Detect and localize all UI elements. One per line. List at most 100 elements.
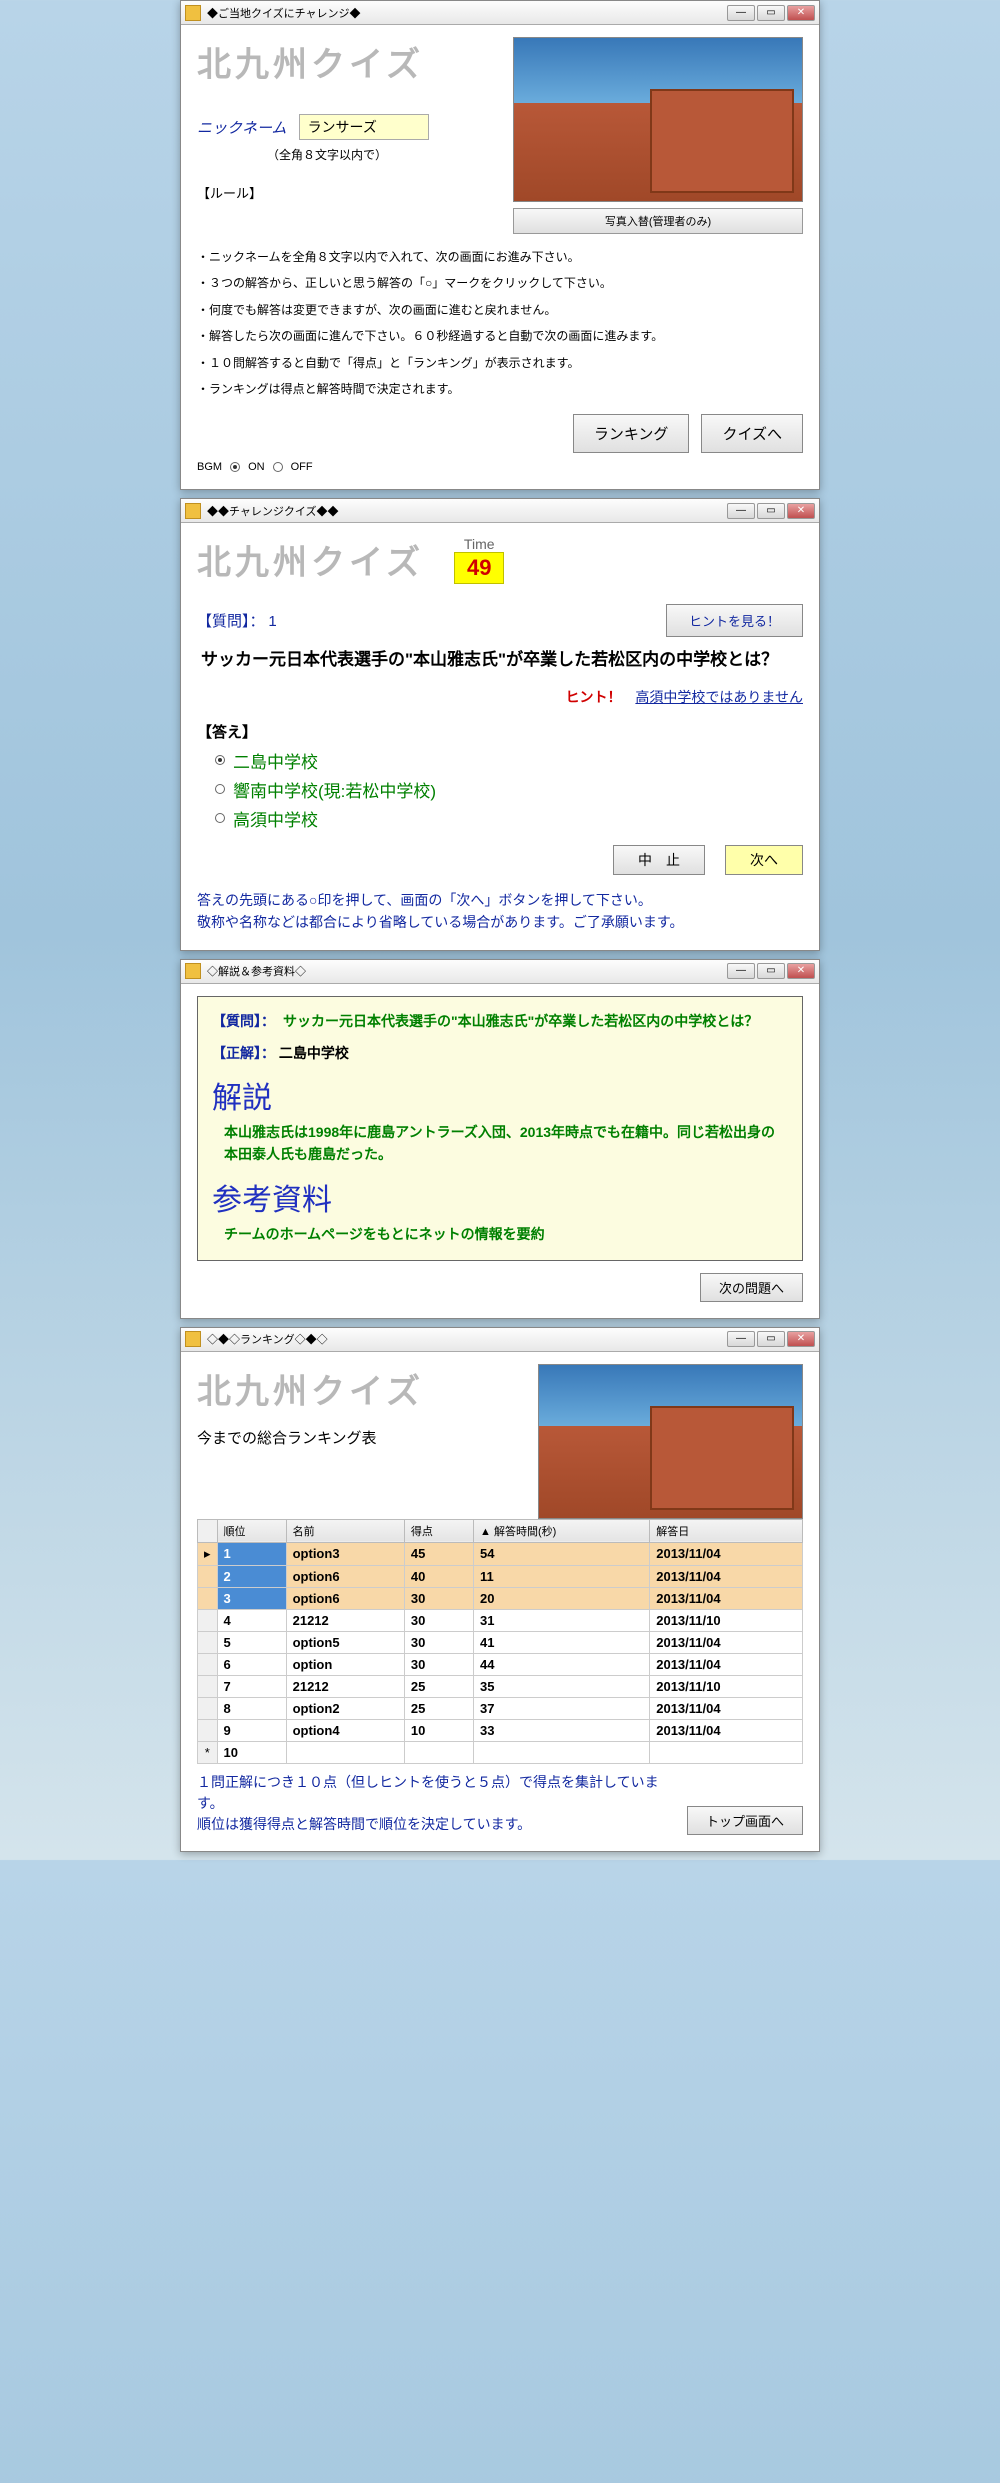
col-name[interactable]: 名前	[286, 1519, 404, 1542]
table-row[interactable]: 6option30442013/11/04	[198, 1653, 803, 1675]
answer-option[interactable]: 高須中学校	[215, 806, 803, 831]
cell-name: option6	[286, 1587, 404, 1609]
app-logo: 北九州クイズ	[197, 1364, 522, 1413]
cell-rank: 6	[217, 1653, 286, 1675]
nickname-input[interactable]	[299, 114, 429, 140]
hint-button[interactable]: ヒントを見る！	[666, 604, 803, 637]
cell-date: 2013/11/04	[650, 1542, 803, 1565]
maximize-button[interactable]: ▭	[757, 5, 785, 21]
maximize-button[interactable]: ▭	[757, 503, 785, 519]
maximize-button[interactable]: ▭	[757, 1331, 785, 1347]
answer-radio[interactable]	[215, 813, 225, 823]
col-rank[interactable]: 順位	[217, 1519, 286, 1542]
row-header	[198, 1631, 218, 1653]
cell-date: 2013/11/04	[650, 1719, 803, 1741]
cell-rank: 7	[217, 1675, 286, 1697]
close-button[interactable]: ✕	[787, 1331, 815, 1347]
ranking-button[interactable]: ランキング	[573, 414, 690, 453]
cell-name: 21212	[286, 1675, 404, 1697]
table-row[interactable]: 3option630202013/11/04	[198, 1587, 803, 1609]
rule-item: ・ニックネームを全角８文字以内で入れて、次の画面にお進み下さい。	[197, 244, 803, 270]
cell-score: 30	[404, 1653, 473, 1675]
table-row[interactable]: *10	[198, 1741, 803, 1763]
window-buttons: — ▭ ✕	[727, 5, 815, 21]
row-header-col	[198, 1519, 218, 1542]
rule-item: ・解答したら次の画面に進んで下さい。６０秒経過すると自動で次の画面に進みます。	[197, 323, 803, 349]
bgm-off-label: OFF	[291, 461, 313, 473]
minimize-button[interactable]: —	[727, 1331, 755, 1347]
next-button[interactable]: 次へ	[725, 845, 803, 875]
table-row[interactable]: 72121225352013/11/10	[198, 1675, 803, 1697]
next-question-button[interactable]: 次の問題へ	[700, 1273, 803, 1302]
answer-text: 高須中学校	[233, 806, 318, 831]
app-icon	[185, 5, 201, 21]
bgm-off-radio[interactable]	[273, 462, 283, 472]
quiz-button[interactable]: クイズへ	[701, 414, 803, 453]
bgm-row: BGM ON OFF	[197, 461, 803, 473]
titlebar[interactable]: ◆ご当地クイズにチャレンジ◆ — ▭ ✕	[181, 1, 819, 25]
top-button[interactable]: トップ画面へ	[687, 1806, 803, 1835]
hint-text[interactable]: 高須中学校ではありません	[635, 689, 803, 705]
cell-score: 45	[404, 1542, 473, 1565]
cell-time: 41	[474, 1631, 650, 1653]
cell-name: option6	[286, 1565, 404, 1587]
answer-text: 響南中学校(現:若松中学校)	[233, 777, 436, 802]
answer-option[interactable]: 二島中学校	[215, 748, 803, 773]
cell-name: 21212	[286, 1609, 404, 1631]
photo	[513, 37, 803, 202]
question-number: 1	[268, 613, 276, 630]
close-button[interactable]: ✕	[787, 963, 815, 979]
cell-date: 2013/11/04	[650, 1565, 803, 1587]
cell-rank: 1	[217, 1542, 286, 1565]
cell-score: 10	[404, 1719, 473, 1741]
table-header-row: 順位 名前 得点 ▲ 解答時間(秒) 解答日	[198, 1519, 803, 1542]
col-time[interactable]: ▲ 解答時間(秒)	[474, 1519, 650, 1542]
bgm-label: BGM	[197, 461, 222, 473]
row-header: ▸	[198, 1542, 218, 1565]
content: 北九州クイズ ニックネーム （全角８文字以内で） 【ルール】 写真入替(管理者の…	[181, 25, 819, 489]
cell-score: 30	[404, 1631, 473, 1653]
cell-name	[286, 1741, 404, 1763]
cell-date: 2013/11/04	[650, 1587, 803, 1609]
cell-time: 35	[474, 1675, 650, 1697]
answers-title: 【答え】	[197, 721, 803, 742]
cell-date: 2013/11/04	[650, 1653, 803, 1675]
close-button[interactable]: ✕	[787, 503, 815, 519]
minimize-button[interactable]: —	[727, 5, 755, 21]
cell-time: 11	[474, 1565, 650, 1587]
ranking-table: 順位 名前 得点 ▲ 解答時間(秒) 解答日 ▸1option345542013…	[197, 1519, 803, 1764]
table-row[interactable]: 9option410332013/11/04	[198, 1719, 803, 1741]
cell-date: 2013/11/04	[650, 1697, 803, 1719]
explanation-window: ◇解説＆参考資料◇ — ▭ ✕ 【質問】： サッカー元日本代表選手の"本山雅志氏…	[180, 959, 820, 1319]
maximize-button[interactable]: ▭	[757, 963, 785, 979]
minimize-button[interactable]: —	[727, 503, 755, 519]
col-date[interactable]: 解答日	[650, 1519, 803, 1542]
table-row[interactable]: 42121230312013/11/10	[198, 1609, 803, 1631]
cell-rank: 9	[217, 1719, 286, 1741]
ranking-note: １問正解につき１０点（但しヒントを使うと５点）で得点を集計しています。 順位は獲…	[197, 1772, 671, 1835]
titlebar[interactable]: ◇◆◇ランキング◇◆◇ — ▭ ✕	[181, 1328, 819, 1352]
stop-button[interactable]: 中 止	[613, 845, 705, 875]
col-score[interactable]: 得点	[404, 1519, 473, 1542]
close-button[interactable]: ✕	[787, 5, 815, 21]
row-header	[198, 1719, 218, 1741]
correct-text: 二島中学校	[279, 1045, 349, 1061]
footer-line: 敬称や名称などは都合により省略している場合があります。ご了承願います。	[197, 911, 803, 933]
table-row[interactable]: 5option530412013/11/04	[198, 1631, 803, 1653]
answer-radio[interactable]	[215, 784, 225, 794]
titlebar[interactable]: ◇解説＆参考資料◇ — ▭ ✕	[181, 960, 819, 984]
bgm-on-radio[interactable]	[230, 462, 240, 472]
cell-score: 25	[404, 1675, 473, 1697]
minimize-button[interactable]: —	[727, 963, 755, 979]
quiz-window: ◆◆チャレンジクイズ◆◆ — ▭ ✕ 北九州クイズ Time 49 【質問】： …	[180, 498, 820, 950]
explanation-heading: 解説	[212, 1073, 788, 1117]
question-text: サッカー元日本代表選手の"本山雅志氏"が卒業した若松区内の中学校とは？	[283, 1011, 788, 1031]
photo-swap-button[interactable]: 写真入替(管理者のみ)	[513, 208, 803, 234]
cell-date: 2013/11/10	[650, 1675, 803, 1697]
answer-radio[interactable]	[215, 755, 225, 765]
titlebar[interactable]: ◆◆チャレンジクイズ◆◆ — ▭ ✕	[181, 499, 819, 523]
table-row[interactable]: 8option225372013/11/04	[198, 1697, 803, 1719]
table-row[interactable]: ▸1option345542013/11/04	[198, 1542, 803, 1565]
table-row[interactable]: 2option640112013/11/04	[198, 1565, 803, 1587]
answer-option[interactable]: 響南中学校(現:若松中学校)	[215, 777, 803, 802]
